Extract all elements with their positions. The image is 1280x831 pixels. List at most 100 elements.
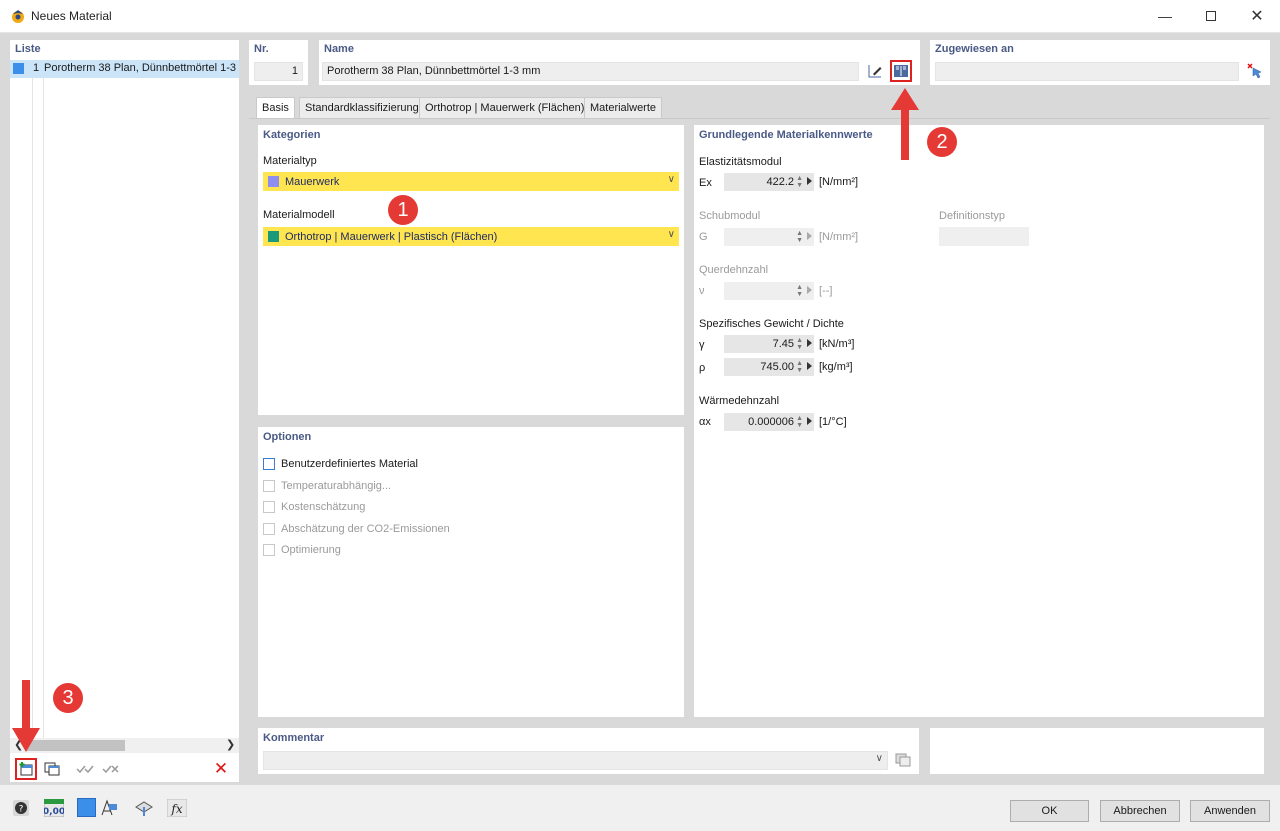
- categories-title: Kategorien: [263, 129, 321, 141]
- menu-arrow-icon[interactable]: [807, 232, 812, 240]
- thermal-expansion-label: Wärmedehnzahl: [699, 395, 780, 407]
- assigned-input[interactable]: [935, 62, 1239, 81]
- alpha-unit: [1/°C]: [819, 416, 847, 428]
- list-item[interactable]: 1 Porotherm 38 Plan, Dünnbettmörtel 1-3 …: [10, 60, 239, 78]
- gamma-unit: [kN/m³]: [819, 338, 855, 350]
- shear-modulus-input[interactable]: ▲ ▼: [724, 228, 814, 246]
- ok-button[interactable]: OK: [1010, 800, 1089, 822]
- definition-type-field[interactable]: [939, 227, 1029, 246]
- uncheck-all-button[interactable]: [100, 758, 122, 780]
- list-title: Liste: [15, 43, 41, 55]
- menu-arrow-icon[interactable]: [807, 177, 812, 185]
- material-library-button[interactable]: [890, 60, 912, 82]
- option-optimization[interactable]: Optimierung: [263, 544, 341, 556]
- name-panel: Name Porotherm 38 Plan, Dünnbettmörtel 1…: [319, 40, 920, 85]
- copy-material-button[interactable]: [41, 758, 63, 780]
- decimal-places-button[interactable]: 0,00: [43, 797, 65, 819]
- rho-unit: [kg/m³]: [819, 361, 853, 373]
- option-co2[interactable]: Abschätzung der CO2-Emissionen: [263, 523, 450, 535]
- menu-arrow-icon[interactable]: [807, 417, 812, 425]
- pick-cursor-icon: [1247, 63, 1262, 79]
- spinner-updown-icon[interactable]: ▲ ▼: [796, 360, 803, 374]
- spinner-updown-icon[interactable]: ▲ ▼: [796, 284, 803, 298]
- menu-arrow-icon[interactable]: [807, 362, 812, 370]
- material-model-dropdown[interactable]: Orthotrop | Mauerwerk | Plastisch (Fläch…: [263, 227, 679, 246]
- tab-basis[interactable]: Basis: [256, 97, 295, 119]
- chevron-down-icon: ∨: [667, 229, 675, 240]
- check-all-button[interactable]: [74, 758, 96, 780]
- help-icon: ?: [13, 800, 29, 816]
- nr-label: Nr.: [254, 43, 269, 55]
- thermal-expansion-input[interactable]: 0.000006 ▲ ▼: [724, 413, 814, 431]
- elastic-modulus-input[interactable]: 422.2 ▲ ▼: [724, 173, 814, 191]
- apply-button[interactable]: Anwenden: [1190, 800, 1270, 822]
- help-button[interactable]: ?: [10, 797, 32, 819]
- menu-arrow-icon[interactable]: [807, 286, 812, 294]
- spinner-updown-icon[interactable]: ▲ ▼: [796, 415, 803, 429]
- option-temperature[interactable]: Temperaturabhängig...: [263, 480, 391, 492]
- minimize-icon: —: [1158, 8, 1172, 24]
- edit-pencil-icon: [868, 65, 882, 78]
- edit-name-button[interactable]: [864, 60, 886, 82]
- copy-icon: [895, 753, 911, 767]
- minimize-button[interactable]: —: [1142, 0, 1188, 32]
- pick-assignment-button[interactable]: [1244, 60, 1266, 82]
- optimization-checkbox[interactable]: [263, 544, 275, 556]
- categories-panel: Kategorien Materialtyp Mauerwerk ∨ Mater…: [258, 125, 684, 415]
- name-input[interactable]: Porotherm 38 Plan, Dünnbettmörtel 1-3 mm: [322, 62, 859, 81]
- cost-estimate-checkbox[interactable]: [263, 501, 275, 513]
- rho-value: 745.00: [760, 361, 794, 373]
- close-window-button[interactable]: ✕: [1234, 0, 1280, 32]
- material-type-label: Materialtyp: [263, 155, 317, 167]
- svg-text:fx: fx: [170, 802, 182, 816]
- option-cost-estimate[interactable]: Kostenschätzung: [263, 501, 365, 513]
- gamma-value: 7.45: [772, 338, 794, 350]
- assigned-label: Zugewiesen an: [935, 43, 1014, 55]
- new-material-button[interactable]: [15, 758, 37, 780]
- shear-symbol: G: [699, 231, 708, 243]
- spinner-updown-icon[interactable]: ▲ ▼: [796, 337, 803, 351]
- cancel-button[interactable]: Abbrechen: [1100, 800, 1180, 822]
- color-button[interactable]: [77, 798, 96, 817]
- spinner-updown-icon[interactable]: ▲ ▼: [796, 175, 803, 189]
- option-custom-material[interactable]: Benutzerdefiniertes Material: [263, 458, 418, 470]
- name-label: Name: [324, 43, 354, 55]
- delete-material-button[interactable]: ✕: [210, 758, 232, 780]
- maximize-button[interactable]: [1188, 0, 1234, 32]
- tree-guide-line: [32, 78, 33, 738]
- tab-standardklassifizierung[interactable]: Standardklassifizierung: [299, 97, 425, 118]
- poisson-input[interactable]: ▲ ▼: [724, 282, 814, 300]
- scroll-right-icon[interactable]: ❯: [226, 738, 235, 751]
- show-model-button[interactable]: [98, 797, 120, 819]
- option-label: Abschätzung der CO2-Emissionen: [281, 523, 450, 535]
- close-icon: ✕: [1250, 8, 1264, 25]
- temperature-checkbox[interactable]: [263, 480, 275, 492]
- new-item-icon: [19, 762, 33, 776]
- tab-materialwerte[interactable]: Materialwerte: [584, 97, 663, 118]
- nr-field[interactable]: 1: [254, 62, 303, 81]
- spinner-updown-icon[interactable]: ▲ ▼: [796, 230, 803, 244]
- check-all-icon: [76, 765, 94, 774]
- poisson-symbol: ν: [699, 285, 705, 297]
- comment-input[interactable]: ∨: [263, 751, 888, 770]
- comment-library-button[interactable]: [892, 749, 914, 771]
- chevron-down-icon[interactable]: ∨: [876, 753, 883, 764]
- list-item-label: Porotherm 38 Plan, Dünnbettmörtel 1-3 m: [44, 62, 239, 74]
- density-input[interactable]: 745.00 ▲ ▼: [724, 358, 814, 376]
- library-book-icon: [894, 65, 908, 77]
- decimal-icon: 0,00: [44, 799, 64, 817]
- uncheck-icon: [102, 765, 119, 774]
- gamma-symbol: γ: [699, 339, 705, 351]
- view-button[interactable]: [133, 797, 155, 819]
- material-type-dropdown[interactable]: Mauerwerk ∨: [263, 172, 679, 191]
- option-label: Kostenschätzung: [281, 501, 366, 513]
- menu-arrow-icon[interactable]: [807, 339, 812, 347]
- tab-orthotrop[interactable]: Orthotrop | Mauerwerk (Flächen): [419, 97, 591, 118]
- custom-material-checkbox[interactable]: [263, 458, 275, 470]
- specific-weight-input[interactable]: 7.45 ▲ ▼: [724, 335, 814, 353]
- co2-checkbox[interactable]: [263, 523, 275, 535]
- formula-button[interactable]: fx: [166, 797, 188, 819]
- delete-icon: ✕: [213, 759, 229, 778]
- list-horizontal-scrollbar[interactable]: ❮ ❯: [10, 738, 239, 753]
- poisson-label: Querdehnzahl: [699, 264, 769, 276]
